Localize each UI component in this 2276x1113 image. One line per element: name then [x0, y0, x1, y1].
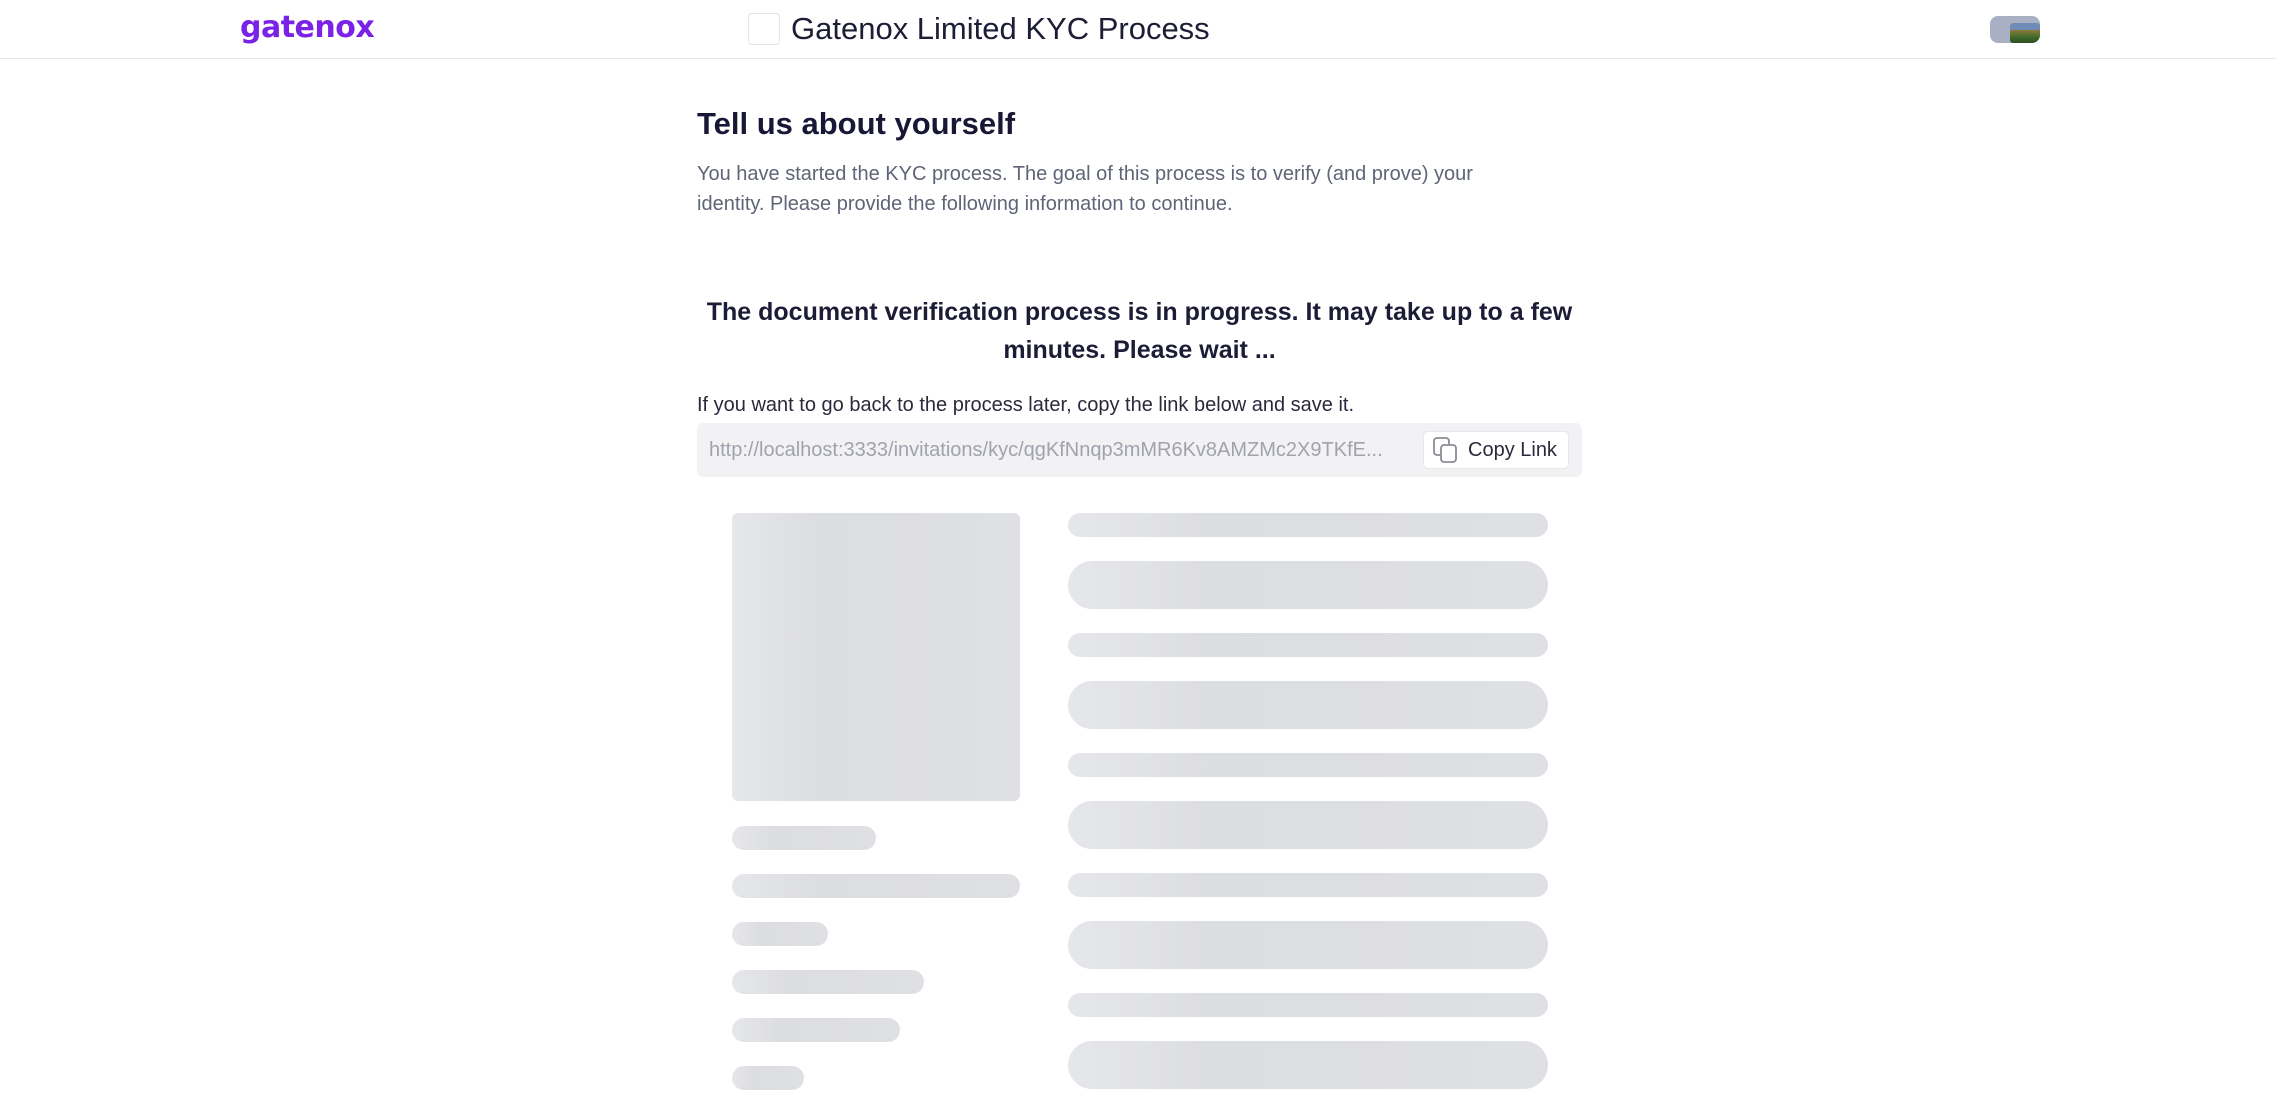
- skeleton-line: [732, 922, 828, 946]
- skeleton-field: [1068, 801, 1548, 849]
- copy-link-button[interactable]: Copy Link: [1423, 431, 1569, 469]
- skeleton-label: [1068, 513, 1548, 537]
- copy-icon: [1430, 435, 1460, 465]
- verification-status-message: The document verification process is in …: [706, 298, 1573, 364]
- skeleton-label: [1068, 873, 1548, 897]
- skeleton-label: [1068, 753, 1548, 777]
- copy-link-label: Copy Link: [1468, 438, 1557, 461]
- skeleton-field: [1068, 561, 1548, 609]
- invitation-link-url[interactable]: http://localhost:3333/invitations/kyc/qg…: [709, 437, 1417, 463]
- page-title: Tell us about yourself: [697, 106, 1016, 141]
- user-avatar-icon[interactable]: [1990, 16, 2040, 43]
- skeleton-label: [1068, 633, 1548, 657]
- skeleton-label: [1068, 993, 1548, 1017]
- company-logo-placeholder: [748, 13, 780, 45]
- skeleton-line: [732, 826, 876, 850]
- skeleton-line: [732, 1066, 804, 1090]
- process-header: Gatenox Limited KYC Process: [748, 11, 1210, 47]
- page-description: You have started the KYC process. The go…: [697, 163, 1473, 215]
- skeleton-field: [1068, 921, 1548, 969]
- skeleton-line: [732, 874, 1020, 898]
- skeleton-field: [1068, 1041, 1548, 1089]
- process-title: Gatenox Limited KYC Process: [791, 11, 1210, 46]
- invitation-link-box: http://localhost:3333/invitations/kyc/qg…: [697, 423, 1582, 477]
- top-bar: gatenox Gatenox Limited KYC Process: [0, 0, 2276, 59]
- skeleton-document-image: [732, 513, 1020, 801]
- save-link-hint: If you want to go back to the process la…: [697, 394, 1355, 416]
- skeleton-line: [732, 1018, 900, 1042]
- skeleton-line: [732, 970, 924, 994]
- brand-logo[interactable]: gatenox: [240, 10, 375, 46]
- avatar-photo: [2010, 23, 2040, 43]
- skeleton-field: [1068, 681, 1548, 729]
